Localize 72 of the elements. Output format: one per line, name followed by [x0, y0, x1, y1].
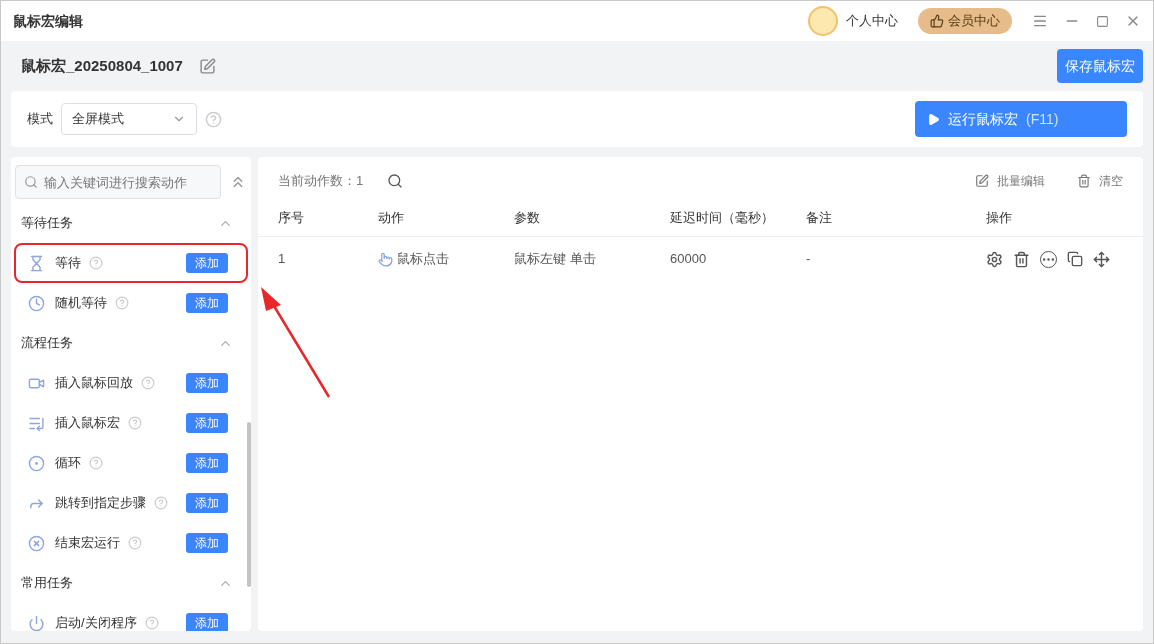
member-button[interactable]: 会员中心	[918, 8, 1012, 34]
action-count: 当前动作数：1	[278, 172, 364, 191]
copy-icon[interactable]	[1067, 251, 1083, 267]
add-button[interactable]: 添加	[186, 413, 228, 433]
action-label: 跳转到指定步骤	[55, 494, 146, 513]
column-header: 备注	[806, 209, 832, 225]
help-icon[interactable]	[89, 256, 103, 270]
pointer-icon	[378, 251, 393, 267]
add-button[interactable]: 添加	[186, 293, 228, 313]
action-label: 结束宏运行	[55, 534, 120, 553]
maximize-icon[interactable]	[1096, 14, 1109, 28]
column-header: 延迟时间（毫秒）	[670, 209, 774, 225]
table-cell: -	[806, 251, 811, 267]
clock-icon	[28, 294, 45, 312]
batch-edit-button[interactable]: 批量编辑	[975, 172, 1045, 190]
column-header: 操作	[986, 209, 1012, 225]
scrollbar-thumb[interactable]	[247, 422, 251, 587]
edit-icon[interactable]	[198, 57, 216, 75]
move-icon[interactable]	[1093, 250, 1110, 268]
group-title: 等待任务	[21, 214, 73, 233]
help-icon[interactable]	[128, 536, 142, 550]
help-icon[interactable]	[205, 110, 222, 128]
avatar-icon[interactable]	[808, 6, 838, 36]
action-label: 随机等待	[55, 294, 107, 313]
table-cell-text: 鼠标点击	[397, 250, 449, 269]
table-cell: 鼠标左键 单击	[514, 251, 596, 267]
column-header: 动作	[378, 209, 404, 225]
add-button[interactable]: 添加	[186, 373, 228, 393]
mode-dropdown[interactable]: 全屏模式	[61, 103, 197, 135]
macro-name: 鼠标宏_20250804_1007	[21, 55, 183, 76]
hourglass-icon	[28, 254, 45, 272]
add-button[interactable]: 添加	[186, 493, 228, 513]
group-title: 流程任务	[21, 334, 73, 353]
help-icon[interactable]	[144, 616, 159, 630]
help-icon[interactable]	[141, 376, 155, 390]
table-cell: 1	[278, 251, 286, 267]
add-button[interactable]: 添加	[186, 533, 228, 553]
column-header: 序号	[278, 209, 304, 225]
table-cell: 60000	[670, 251, 707, 267]
loop-icon	[28, 454, 45, 472]
add-button[interactable]: 添加	[186, 253, 228, 273]
action-label: 启动/关闭程序	[55, 614, 137, 631]
settings-icon[interactable]	[986, 250, 1003, 268]
save-button[interactable]: 保存鼠标宏	[1057, 49, 1143, 83]
run-button[interactable]: 运行鼠标宏 (F11)	[915, 101, 1127, 137]
add-button[interactable]: 添加	[186, 453, 228, 473]
clear-button[interactable]: 清空	[1077, 172, 1123, 190]
mode-label: 模式	[27, 110, 53, 129]
help-icon[interactable]	[115, 296, 129, 310]
power-icon	[28, 614, 45, 631]
help-icon[interactable]	[128, 416, 142, 430]
column-header: 参数	[514, 209, 540, 225]
x-circle-icon	[28, 534, 45, 552]
window-title: 鼠标宏编辑	[13, 11, 83, 31]
action-label: 循环	[55, 454, 81, 473]
thumbs-up-icon	[930, 14, 944, 28]
help-icon[interactable]	[89, 456, 103, 470]
search-field[interactable]: 输入关键词进行搜索动作	[15, 165, 221, 199]
search-icon	[24, 175, 38, 189]
search-icon[interactable]	[387, 173, 404, 189]
trash-icon	[1077, 174, 1091, 188]
trash-icon[interactable]	[1013, 250, 1030, 268]
group-title: 常用任务	[21, 574, 73, 593]
menu-icon[interactable]	[1032, 13, 1048, 29]
action-label: 插入鼠标宏	[55, 414, 120, 433]
add-button[interactable]: 添加	[186, 613, 228, 631]
action-label: 插入鼠标回放	[55, 374, 133, 393]
help-icon[interactable]	[154, 496, 168, 510]
edit-icon	[975, 174, 989, 188]
profile-link[interactable]: 个人中心	[846, 11, 898, 31]
play-icon	[927, 112, 940, 126]
action-label: 等待	[55, 254, 81, 273]
